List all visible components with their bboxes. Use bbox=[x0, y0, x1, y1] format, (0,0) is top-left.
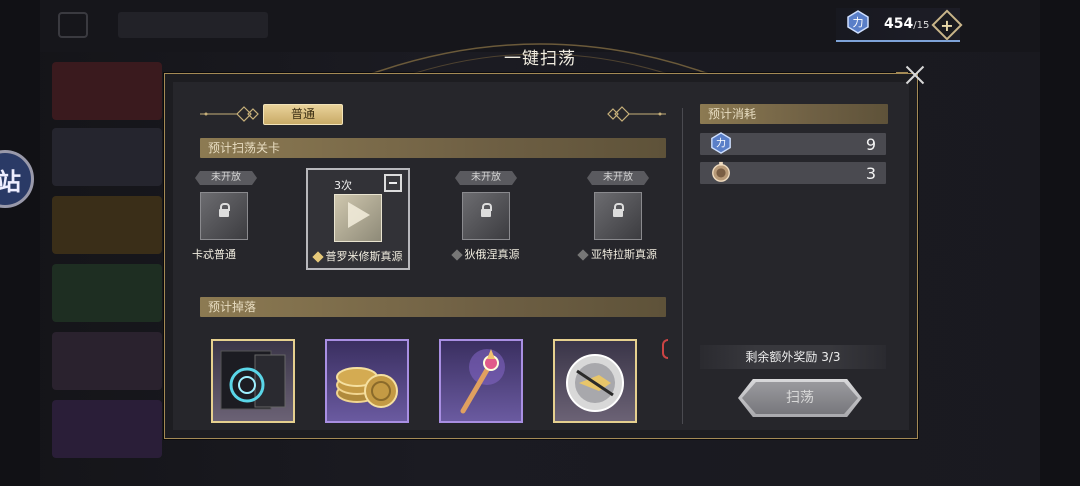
silver-orb-icon bbox=[566, 354, 624, 412]
drops-section-header: 预计掉落 bbox=[200, 297, 666, 317]
background-left-edge bbox=[0, 0, 40, 486]
stage-card[interactable]: 未开放 卡忒普通 bbox=[186, 168, 266, 270]
lock-icon bbox=[219, 203, 230, 217]
stage-status-tag: 未开放 bbox=[455, 171, 517, 185]
sweep-button[interactable]: 扫荡 bbox=[742, 382, 858, 414]
lock-icon bbox=[481, 203, 492, 217]
stamina-crystal-icon: 力 bbox=[711, 132, 731, 154]
stage-card[interactable]: 未开放 亚特拉斯真源 bbox=[566, 168, 670, 270]
background-right-edge bbox=[1040, 0, 1080, 486]
sticker-text: 站 bbox=[0, 167, 21, 196]
plus-icon: + bbox=[940, 15, 954, 35]
background-list-item bbox=[52, 128, 162, 186]
background-list-item bbox=[52, 196, 162, 254]
background-list-item bbox=[52, 400, 162, 458]
resource-current: 454 bbox=[884, 16, 914, 32]
cost-row: 力 9 bbox=[700, 132, 886, 155]
chip-module-icon bbox=[220, 350, 286, 410]
diamond-icon bbox=[577, 249, 589, 261]
resource-max: /15 bbox=[913, 20, 930, 31]
drop-item[interactable] bbox=[325, 339, 409, 423]
panel-divider bbox=[682, 108, 683, 424]
svg-text:力: 力 bbox=[716, 137, 726, 150]
drop-item[interactable] bbox=[211, 339, 295, 423]
background-back-icon bbox=[58, 12, 88, 38]
svg-text:力: 力 bbox=[853, 16, 864, 29]
drops-scroll-hint bbox=[662, 339, 668, 359]
stage-name: 普罗米修斯真源 bbox=[308, 248, 408, 264]
close-icon[interactable] bbox=[904, 64, 926, 86]
background-list-item bbox=[52, 264, 162, 322]
cost-value: 3 bbox=[865, 164, 876, 183]
diamond-icon bbox=[450, 249, 463, 261]
sweep-count: 3次 bbox=[334, 179, 352, 192]
stage-name-text: 普罗米修斯真源 bbox=[325, 250, 403, 263]
background-list-item bbox=[52, 62, 162, 120]
extra-reward-remaining: 剩余额外奖励 3/3 bbox=[700, 345, 886, 369]
resource-value: 454/15 bbox=[884, 16, 929, 32]
stage-name-text: 狄俄涅真源 bbox=[464, 248, 520, 261]
decrease-count-button[interactable] bbox=[384, 174, 402, 192]
background-list-item bbox=[52, 332, 162, 390]
diamond-icon bbox=[311, 251, 324, 263]
stage-name: 亚特拉斯真源 bbox=[566, 246, 670, 262]
cost-row: 3 bbox=[700, 161, 886, 184]
resource-counter: 力 454/15 + bbox=[836, 8, 963, 42]
drop-item[interactable] bbox=[553, 339, 637, 423]
stage-name-text: 卡忒普通 bbox=[192, 248, 236, 261]
stage-status-tag: 未开放 bbox=[587, 171, 649, 185]
lock-icon bbox=[613, 203, 624, 217]
drop-item[interactable] bbox=[439, 339, 523, 423]
play-icon bbox=[348, 202, 370, 228]
stage-name: 卡忒普通 bbox=[192, 246, 266, 262]
add-resource-button[interactable]: + bbox=[931, 9, 963, 41]
stage-card[interactable]: 未开放 狄俄涅真源 bbox=[434, 168, 538, 270]
gold-coins-icon bbox=[336, 367, 398, 408]
stage-name: 狄俄涅真源 bbox=[434, 246, 538, 262]
stage-status-tag: 未开放 bbox=[195, 171, 257, 185]
stamina-crystal-icon: 力 bbox=[847, 10, 869, 34]
stage-name-text: 亚特拉斯真源 bbox=[591, 248, 657, 261]
tab-ornament-left bbox=[200, 106, 259, 122]
tab-ornament-right bbox=[607, 106, 666, 122]
pocket-watch-icon bbox=[712, 161, 730, 182]
cost-value: 9 bbox=[865, 135, 876, 154]
background-title bbox=[118, 12, 268, 38]
stages-section-header: 预计扫荡关卡 bbox=[200, 138, 666, 158]
stage-card-selected[interactable]: 3次 普罗米修斯真源 bbox=[306, 168, 410, 270]
scepter-icon bbox=[460, 349, 505, 414]
cost-section-header: 预计消耗 bbox=[700, 104, 888, 124]
tab-normal[interactable]: 普通 bbox=[263, 104, 343, 125]
